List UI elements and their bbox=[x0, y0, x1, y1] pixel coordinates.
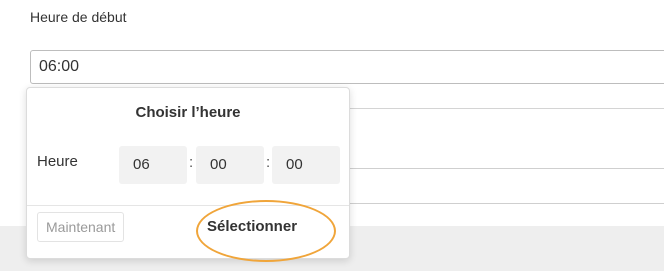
picker-footer-divider bbox=[27, 205, 349, 206]
start-time-input[interactable]: 06:00 bbox=[30, 50, 664, 84]
minutes-segment[interactable]: 00 bbox=[196, 146, 264, 184]
time-separator: : bbox=[266, 154, 271, 171]
now-button[interactable]: Maintenant bbox=[37, 212, 125, 242]
time-picker-title: Choisir l’heure bbox=[135, 104, 241, 121]
select-button[interactable]: Sélectionner bbox=[201, 212, 303, 242]
background-divider bbox=[340, 108, 664, 109]
hour-row-label: Heure bbox=[37, 153, 78, 170]
time-picker-popup: Choisir l’heure Heure 06 : 00 : 00 Maint… bbox=[26, 87, 350, 259]
hours-segment[interactable]: 06 bbox=[119, 146, 187, 184]
minutes-value: 00 bbox=[210, 156, 227, 173]
start-time-label: Heure de début bbox=[30, 9, 127, 25]
hours-value: 06 bbox=[133, 156, 150, 173]
time-separator: : bbox=[189, 154, 194, 171]
background-field[interactable] bbox=[340, 168, 664, 204]
seconds-segment[interactable]: 00 bbox=[272, 146, 340, 184]
seconds-value: 00 bbox=[286, 156, 303, 173]
